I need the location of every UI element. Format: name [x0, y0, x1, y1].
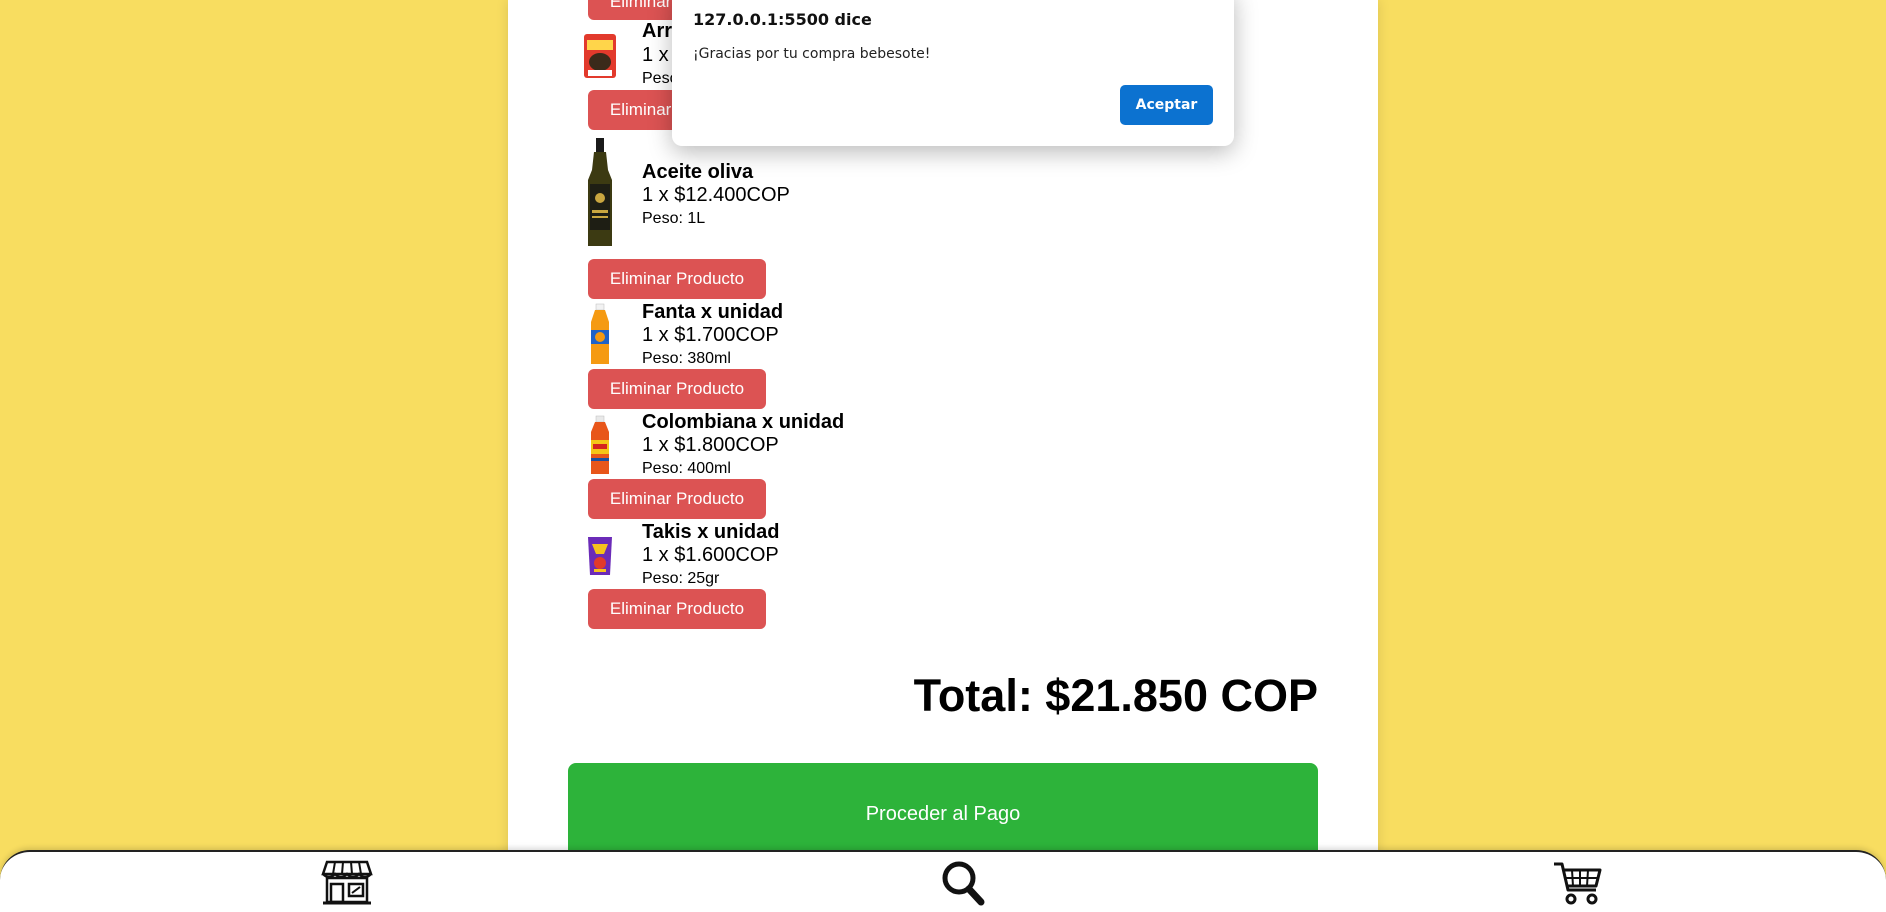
remove-product-button[interactable]: Eliminar Producto	[588, 259, 766, 299]
product-image	[588, 537, 612, 575]
remove-product-button[interactable]: Eliminar Producto	[588, 479, 766, 519]
product-image	[591, 415, 609, 474]
remove-product-button[interactable]: Eliminar Producto	[588, 589, 766, 629]
product-quantity: 1 x	[642, 44, 669, 66]
product-name: Takis x unidad	[642, 521, 780, 543]
product-quantity: 1 x $1.800COP	[642, 434, 779, 456]
cart-total: Total: $21.850 COP	[913, 670, 1318, 721]
product-quantity: 1 x $1.700COP	[642, 324, 779, 346]
product-weight: Peso: 25gr	[642, 570, 720, 587]
product-weight: Peso: 1L	[642, 210, 706, 227]
dialog-message: ¡Gracias por tu compra bebesote!	[693, 46, 931, 62]
product-name: Colombiana x unidad	[642, 411, 845, 433]
accept-button[interactable]: Aceptar	[1120, 85, 1213, 125]
product-quantity: 1 x $1.600COP	[642, 544, 779, 566]
product-weight: Peso: 400ml	[642, 460, 731, 477]
store-icon[interactable]	[321, 858, 373, 906]
search-icon[interactable]	[937, 858, 989, 906]
product-name: Arr	[642, 20, 673, 42]
bottom-navigation	[0, 850, 1886, 912]
product-image	[584, 34, 616, 78]
dialog-title: 127.0.0.1:5500 dice	[693, 10, 872, 29]
remove-product-button[interactable]: Eliminar Producto	[588, 369, 766, 409]
product-quantity: 1 x $12.400COP	[642, 184, 790, 206]
cart-icon[interactable]	[1552, 858, 1604, 906]
product-image	[591, 303, 609, 364]
alert-dialog: 127.0.0.1:5500 dice ¡Gracias por tu comp…	[672, 0, 1234, 146]
product-weight: Peso: 380ml	[642, 350, 731, 367]
product-name: Aceite oliva	[642, 161, 754, 183]
product-name: Fanta x unidad	[642, 301, 784, 323]
product-image	[588, 138, 612, 246]
